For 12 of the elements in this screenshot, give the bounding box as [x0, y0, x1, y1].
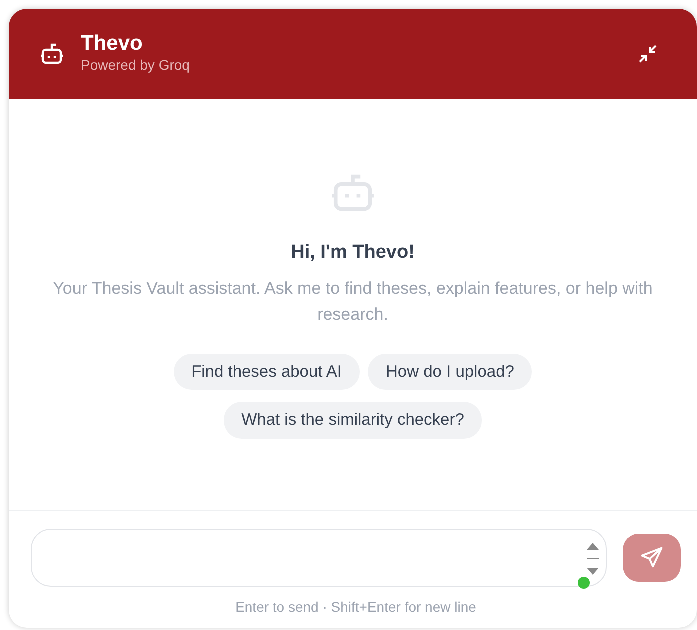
message-field[interactable] [31, 529, 607, 587]
assistant-subtitle: Powered by Groq [81, 56, 190, 76]
suggestion-chip[interactable]: Find theses about AI [174, 354, 360, 390]
minimize-icon[interactable] [637, 43, 659, 65]
assistant-name: Thevo [81, 32, 144, 56]
status-dot-icon [578, 577, 590, 589]
welcome-text: Your Thesis Vault assistant. Ask me to find theses, explain features, or help with research. [52, 278, 654, 326]
robot-icon [39, 42, 65, 66]
suggestion-chip[interactable]: What is the similarity checker? [224, 402, 482, 439]
welcome-title: Hi, I'm Thevo! [291, 241, 415, 265]
suggestion-chip[interactable]: How do I upload? [368, 354, 532, 390]
keyboard-hint: Enter to send · Shift+Enter for new line [234, 598, 478, 617]
